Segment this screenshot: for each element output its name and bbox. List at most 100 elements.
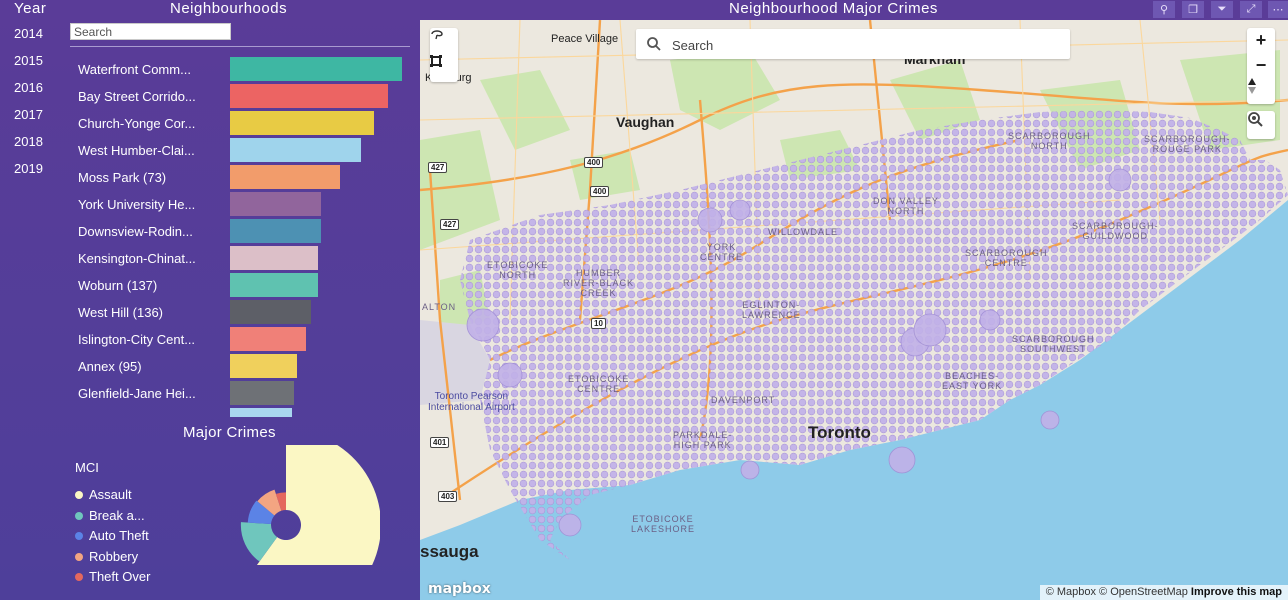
place-etobicoke-centre: ETOBICOKE CENTRE bbox=[568, 374, 630, 394]
legend-item[interactable]: Robbery bbox=[75, 547, 150, 568]
neighbourhood-bar-row[interactable]: Moss Park (73) bbox=[70, 165, 415, 189]
neighbourhood-bar[interactable] bbox=[230, 381, 294, 405]
neighbourhood-bar-row[interactable]: West Humber-Clai... bbox=[70, 138, 415, 162]
neighbourhood-bar-row[interactable] bbox=[70, 408, 415, 417]
neighbourhood-bar-row[interactable]: Kensington-Chinat... bbox=[70, 246, 415, 270]
legend-label: Robbery bbox=[89, 548, 139, 564]
neighbourhood-bar[interactable] bbox=[230, 219, 321, 243]
neighbourhood-label: Glenfield-Jane Hei... bbox=[78, 386, 196, 401]
neighbourhood-bar-row[interactable]: Glenfield-Jane Hei... bbox=[70, 381, 415, 405]
neighbourhood-bar-row[interactable]: Annex (95) bbox=[70, 354, 415, 378]
year-item-2018[interactable]: 2018 bbox=[14, 134, 43, 161]
place-vaughan: Vaughan bbox=[616, 114, 675, 130]
year-list: 2014 2015 2016 2017 2018 2019 bbox=[14, 26, 43, 188]
pin-icon[interactable]: ⚲ bbox=[1153, 1, 1175, 18]
rectangle-select-icon[interactable] bbox=[430, 55, 458, 82]
place-peace-village: Peace Village bbox=[551, 33, 619, 45]
place-scarborough-north: SCARBOROUGH NORTH bbox=[1008, 131, 1091, 151]
place-etobicoke-lakeshore: ETOBICOKE LAKESHORE bbox=[631, 514, 696, 534]
year-item-2017[interactable]: 2017 bbox=[14, 107, 43, 134]
neighbourhood-bar-row[interactable]: West Hill (136) bbox=[70, 300, 415, 324]
highway-shield: 401 bbox=[430, 437, 450, 448]
neighbourhood-bar[interactable] bbox=[230, 273, 318, 297]
neighbourhood-bar[interactable] bbox=[230, 246, 318, 270]
zoom-out-button[interactable]: − bbox=[1247, 53, 1275, 78]
neighbourhood-bar-row[interactable]: Church-Yonge Cor... bbox=[70, 111, 415, 135]
legend-dot-icon bbox=[75, 552, 83, 561]
place-scarborough-guildwood: SCARBOROUGH- GUILDWOOD bbox=[1072, 221, 1159, 241]
map-zoom-controls: + − bbox=[1247, 28, 1275, 104]
neighbourhood-label: Waterfront Comm... bbox=[78, 62, 191, 77]
neighbourhood-bar[interactable] bbox=[230, 111, 374, 135]
neighbourhood-label: Church-Yonge Cor... bbox=[78, 116, 196, 131]
place-beaches-east-york: BEACHES- EAST YORK bbox=[942, 371, 1003, 391]
legend-dot-icon bbox=[75, 532, 83, 540]
year-item-2015[interactable]: 2015 bbox=[14, 53, 43, 80]
neighbourhood-label: Kensington-Chinat... bbox=[78, 251, 196, 266]
neighbourhood-label: Moss Park (73) bbox=[78, 170, 167, 185]
compass-icon[interactable] bbox=[1247, 78, 1275, 103]
neighbourhood-bar[interactable] bbox=[230, 138, 361, 162]
place-scarborough-southwest: SCARBOROUGH SOUTHWEST bbox=[1012, 334, 1095, 354]
neighbourhood-label: York University He... bbox=[78, 197, 196, 212]
legend-title: MCI bbox=[75, 460, 99, 475]
copy-icon[interactable]: ❐ bbox=[1182, 1, 1204, 18]
zoom-to-data-icon[interactable] bbox=[1247, 111, 1275, 139]
map-title: Neighbourhood Major Crimes bbox=[729, 0, 938, 17]
place-scarborough-centre: SCARBOROUGH CENTRE bbox=[965, 248, 1048, 268]
neighbourhood-bar-row[interactable]: York University He... bbox=[70, 192, 415, 216]
improve-map-link[interactable]: Improve this map bbox=[1191, 586, 1282, 598]
neighbourhood-bar-row[interactable]: Woburn (137) bbox=[70, 273, 415, 297]
place-humber-river: HUMBER RIVER-BLACK CREEK bbox=[563, 268, 635, 298]
year-item-2014[interactable]: 2014 bbox=[14, 26, 43, 53]
focus-mode-icon[interactable]: ⤢ bbox=[1240, 1, 1262, 18]
major-crimes-rose-chart[interactable] bbox=[240, 445, 380, 565]
neighbourhood-label: West Humber-Clai... bbox=[78, 143, 195, 158]
legend-label: Theft Over bbox=[89, 569, 151, 584]
neighbourhood-bar-row[interactable]: Waterfront Comm... bbox=[70, 57, 415, 81]
place-davenport: DAVENPORT bbox=[711, 395, 776, 405]
legend-label: Auto Theft bbox=[89, 528, 149, 543]
place-airport: Toronto Pearson International Airport bbox=[428, 391, 515, 413]
neighbourhood-bar-row[interactable]: Bay Street Corrido... bbox=[70, 84, 415, 108]
neighbourhood-bar[interactable] bbox=[230, 300, 311, 324]
map-canvas[interactable]: Peace Village Markham Kleinburg Vaughan … bbox=[420, 20, 1288, 600]
neighbourhood-bar[interactable] bbox=[230, 84, 388, 108]
year-item-2016[interactable]: 2016 bbox=[14, 80, 43, 107]
filter-icon[interactable]: ⏷ bbox=[1211, 1, 1233, 18]
legend-label: Break a... bbox=[89, 507, 145, 523]
year-item-2019[interactable]: 2019 bbox=[14, 161, 43, 188]
map-search-box bbox=[636, 29, 1070, 59]
neighbourhood-label: Downsview-Rodin... bbox=[78, 224, 193, 239]
neighbourhood-bar[interactable] bbox=[230, 165, 340, 189]
highway-shield: 427 bbox=[440, 219, 460, 230]
legend-label: Assault bbox=[89, 487, 132, 502]
neighbourhood-bar[interactable] bbox=[230, 327, 306, 351]
legend-item[interactable]: Break a... bbox=[75, 506, 150, 527]
neighbourhood-label: Bay Street Corrido... bbox=[78, 89, 196, 104]
neighbourhood-bar[interactable] bbox=[230, 192, 321, 216]
map-search-input[interactable] bbox=[670, 34, 1064, 56]
highway-shield: 10 bbox=[591, 318, 606, 329]
neighbourhood-bar-row[interactable]: Downsview-Rodin... bbox=[70, 219, 415, 243]
map-attribution: © Mapbox © OpenStreetMap Improve this ma… bbox=[1039, 585, 1288, 600]
more-options-icon[interactable]: ⋯ bbox=[1268, 1, 1288, 18]
mapbox-logo: mapbox bbox=[428, 581, 491, 597]
place-don-valley-north: DON VALLEY NORTH bbox=[873, 196, 939, 216]
legend-item[interactable]: Auto Theft bbox=[75, 526, 150, 547]
neighbourhood-bar-row[interactable]: Islington-City Cent... bbox=[70, 327, 415, 351]
legend-item[interactable]: Theft Over bbox=[75, 567, 150, 588]
neighbourhood-search-input[interactable] bbox=[70, 23, 231, 40]
place-scarborough-rouge: SCARBOROUGH- ROUGE PARK bbox=[1144, 134, 1231, 154]
zoom-in-button[interactable]: + bbox=[1247, 28, 1275, 53]
map-base bbox=[420, 20, 1288, 600]
legend-dot-icon bbox=[75, 511, 83, 520]
divider bbox=[70, 46, 410, 47]
lasso-select-icon[interactable] bbox=[430, 28, 458, 55]
neighbourhood-bar[interactable] bbox=[230, 57, 402, 81]
neighbourhood-label: West Hill (136) bbox=[78, 305, 164, 320]
legend-item[interactable]: Assault bbox=[75, 485, 150, 506]
neighbourhood-bar[interactable] bbox=[230, 408, 292, 417]
neighbourhood-bar[interactable] bbox=[230, 354, 297, 378]
highway-shield: 403 bbox=[438, 491, 458, 502]
